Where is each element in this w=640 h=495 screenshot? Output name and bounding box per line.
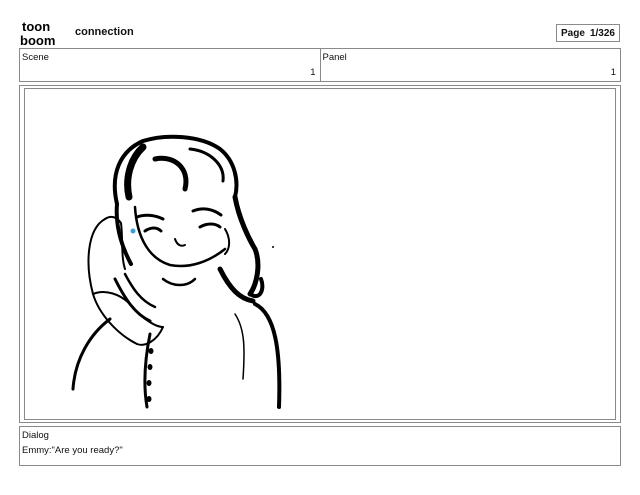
- panel-drawing-area[interactable]: [24, 88, 616, 420]
- svg-text:boom: boom: [20, 33, 55, 47]
- scene-value: 1: [310, 67, 316, 78]
- dialog-text: Emmy:"Are you ready?": [22, 445, 123, 456]
- page-label: Page: [561, 27, 585, 39]
- dialog-box: Dialog Emmy:"Are you ready?": [19, 426, 621, 466]
- toonboom-logo: toon boom: [20, 19, 55, 47]
- scene-panel-row: Scene 1 Panel 1: [19, 48, 621, 82]
- page-value: 1/326: [589, 27, 615, 39]
- scene-cell: Scene 1: [20, 49, 320, 81]
- sketch-woman-on-phone: [71, 134, 282, 409]
- panel-value: 1: [610, 67, 616, 78]
- panel-label: Panel: [322, 52, 347, 63]
- page-indicator: Page 1/326: [556, 24, 620, 42]
- svg-text:toon: toon: [22, 19, 50, 34]
- scene-label: Scene: [22, 52, 49, 63]
- dialog-label: Dialog: [22, 430, 49, 441]
- panel-cell: Panel 1: [319, 49, 621, 81]
- project-title: connection: [75, 26, 134, 38]
